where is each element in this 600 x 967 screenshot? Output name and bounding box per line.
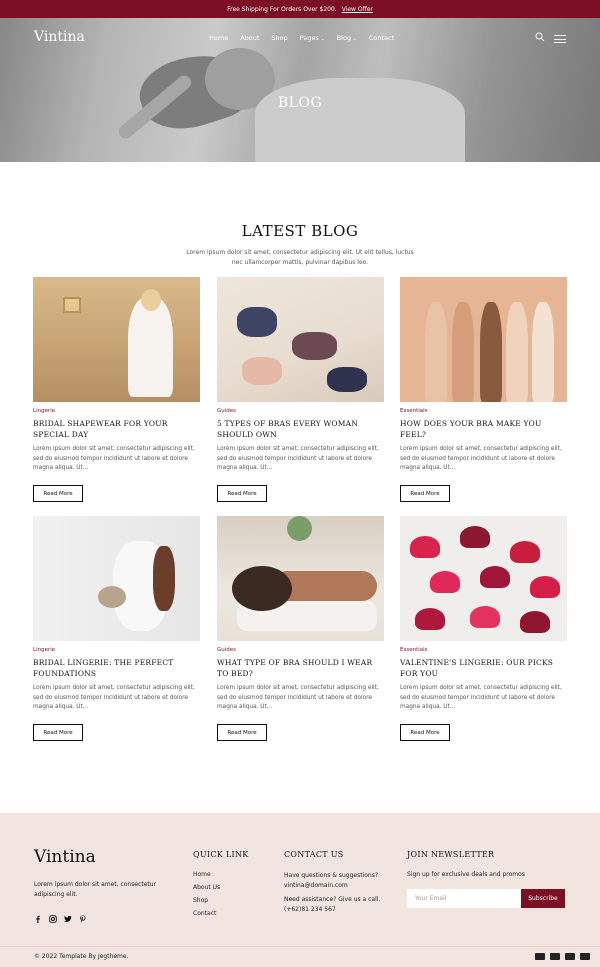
view-offer-link[interactable]: View Offer [342, 6, 373, 13]
blog-excerpt: Lorem ipsum dolor sit amet, consectetur … [33, 685, 195, 710]
contact-question: Have questions & suggestions? [284, 872, 379, 879]
blog-image[interactable] [217, 277, 384, 402]
blog-card: Guides 5 TYPES OF BRAS EVERY WOMAN SHOUL… [217, 277, 384, 502]
footer-divider [0, 946, 600, 947]
read-more-button[interactable]: Read More [33, 724, 83, 741]
blog-image[interactable] [33, 516, 200, 641]
blog-title[interactable]: HOW DOES YOUR BRA MAKE YOU FEEL? [400, 418, 567, 440]
quick-links: Home About Us Shop Contact [193, 871, 220, 917]
blog-image[interactable] [400, 277, 567, 402]
blog-title[interactable]: VALENTINE'S LINGERIE: OUR PICKS FOR YOU [400, 657, 567, 679]
site-logo[interactable]: Vintina [34, 29, 85, 45]
read-more-button[interactable]: Read More [217, 485, 267, 502]
blog-category[interactable]: Lingerie [33, 647, 200, 653]
blog-card: Lingerie BRIDAL LINGERIE: THE PERFECT FO… [33, 516, 200, 741]
newsletter-heading: JOIN NEWSLETTER [407, 850, 495, 859]
visa-icon [565, 953, 575, 960]
contact-info: Have questions & suggestions? vintina@do… [284, 871, 394, 919]
subscribe-button[interactable]: Subscribe [521, 889, 565, 908]
search-icon[interactable] [535, 32, 545, 42]
blog-category[interactable]: Essentials [400, 408, 567, 414]
nav-shop[interactable]: Shop [271, 34, 287, 42]
footer-description: Lorem ipsum dolor sit amet, consectetur … [34, 881, 157, 898]
read-more-button[interactable]: Read More [217, 724, 267, 741]
quick-link-heading: QUICK LINK [193, 850, 249, 859]
read-more-button[interactable]: Read More [400, 724, 450, 741]
mastercard-icon [535, 953, 545, 960]
blog-image[interactable] [33, 277, 200, 402]
contact-heading: CONTACT US [284, 850, 344, 859]
page-title: BLOG [277, 95, 323, 111]
blog-excerpt: Lorem ipsum dolor sit amet, consectetur … [217, 446, 379, 471]
nav-blog[interactable]: Blog [337, 34, 357, 42]
footer-link-home[interactable]: Home [193, 871, 220, 878]
card-icon [580, 953, 590, 960]
social-links [34, 915, 87, 923]
newsletter-description: Sign up for exclusive deals and promos [407, 871, 525, 878]
footer-logo[interactable]: Vintina [34, 847, 96, 867]
main-nav: Home About Shop Pages Blog Contact [209, 34, 394, 42]
announcement-bar: Free Shipping For Orders Over $200. View… [0, 0, 600, 18]
contact-email[interactable]: vintina@domain.com [284, 882, 348, 889]
menu-icon[interactable] [554, 35, 566, 43]
blog-title[interactable]: BRIDAL SHAPEWEAR FOR YOUR SPECIAL DAY [33, 418, 200, 440]
contact-phone[interactable]: (+62)81 234 567 [284, 906, 336, 913]
nav-home[interactable]: Home [209, 34, 228, 42]
paypal-icon [550, 953, 560, 960]
instagram-icon[interactable] [49, 915, 57, 923]
blog-category[interactable]: Guides [217, 408, 384, 414]
blog-card: Lingerie BRIDAL SHAPEWEAR FOR YOUR SPECI… [33, 277, 200, 502]
footer-link-shop[interactable]: Shop [193, 897, 220, 904]
blog-category[interactable]: Guides [217, 647, 384, 653]
blog-category[interactable]: Lingerie [33, 408, 200, 414]
read-more-button[interactable]: Read More [400, 485, 450, 502]
nav-about[interactable]: About [240, 34, 259, 42]
blog-card: Essentials VALENTINE'S LINGERIE: OUR PIC… [400, 516, 567, 741]
section-title: LATEST BLOG [241, 222, 359, 240]
announcement-text: Free Shipping For Orders Over $200. [227, 5, 337, 13]
blog-excerpt: Lorem ipsum dolor sit amet, consectetur … [217, 685, 379, 710]
blog-card: Essentials HOW DOES YOUR BRA MAKE YOU FE… [400, 277, 567, 502]
facebook-icon[interactable] [34, 915, 42, 923]
blog-excerpt: Lorem ipsum dolor sit amet, consectetur … [400, 685, 562, 710]
pinterest-icon[interactable] [79, 915, 87, 923]
contact-assistance: Need assistance? Give us a call. [284, 896, 381, 903]
nav-contact[interactable]: Contact [369, 34, 394, 42]
blog-category[interactable]: Essentials [400, 647, 567, 653]
blog-card: Guides WHAT TYPE OF BRA SHOULD I WEAR TO… [217, 516, 384, 741]
blog-title[interactable]: WHAT TYPE OF BRA SHOULD I WEAR TO BED? [217, 657, 384, 679]
nav-pages[interactable]: Pages [300, 34, 325, 42]
copyright: © 2022 Template By Jegtheme. [34, 953, 129, 960]
twitter-icon[interactable] [64, 915, 72, 923]
newsletter-email-input[interactable]: Your Email [407, 889, 521, 908]
blog-title[interactable]: BRIDAL LINGERIE: THE PERFECT FOUNDATIONS [33, 657, 200, 679]
blog-title[interactable]: 5 TYPES OF BRAS EVERY WOMAN SHOULD OWN [217, 418, 384, 440]
payment-methods [535, 953, 590, 960]
section-description: Lorem ipsum dolor sit amet, consectetur … [186, 249, 414, 266]
footer-link-about[interactable]: About Us [193, 884, 220, 891]
footer-link-contact[interactable]: Contact [193, 910, 220, 917]
blog-image[interactable] [217, 516, 384, 641]
read-more-button[interactable]: Read More [33, 485, 83, 502]
blog-excerpt: Lorem ipsum dolor sit amet, consectetur … [33, 446, 195, 471]
blog-image[interactable] [400, 516, 567, 641]
blog-excerpt: Lorem ipsum dolor sit amet, consectetur … [400, 446, 562, 471]
